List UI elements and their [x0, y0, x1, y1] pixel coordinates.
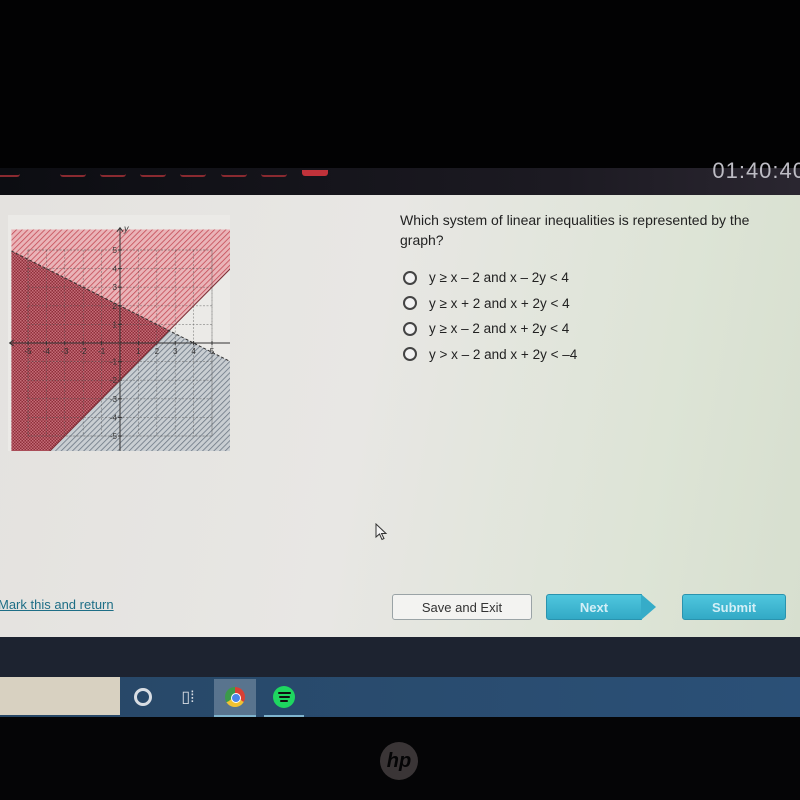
x-tick-label: -4 [43, 347, 51, 356]
x-tick-label: -5 [24, 347, 32, 356]
question-nav-tab-7[interactable] [261, 170, 287, 177]
y-axis-label: y [123, 223, 129, 233]
question-nav-tab-6[interactable] [221, 170, 247, 177]
screen-dark-area [0, 637, 800, 677]
radio-button[interactable] [403, 321, 417, 336]
x-tick-label: -2 [80, 347, 88, 356]
option-label: y ≥ x – 2 and x – 2y < 4 [429, 270, 569, 286]
question-nav-tab-2[interactable] [60, 170, 86, 177]
save-and-exit-button[interactable]: Save and Exit [392, 594, 532, 620]
y-tick-label: 4 [113, 265, 118, 274]
question-nav-tab-1[interactable] [0, 170, 20, 177]
cortana-icon[interactable] [123, 683, 163, 711]
next-button[interactable]: Next [546, 594, 642, 620]
x-tick-label: 3 [173, 347, 178, 356]
monitor-top-bezel [0, 0, 800, 194]
spotify-icon[interactable] [264, 679, 304, 717]
option-label: y ≥ x + 2 and x + 2y < 4 [429, 295, 570, 311]
next-button-arrow[interactable] [641, 594, 656, 620]
answer-option-1[interactable]: y ≥ x – 2 and x – 2y < 4 [403, 265, 577, 291]
y-tick-label: 3 [113, 283, 118, 292]
chrome-icon[interactable] [214, 679, 256, 717]
x-tick-label: 4 [191, 347, 196, 356]
radio-button[interactable] [403, 296, 417, 311]
radio-button[interactable] [403, 347, 417, 362]
question-nav-tab-3[interactable] [100, 170, 126, 177]
y-tick-label: 5 [113, 246, 118, 255]
mark-and-return-link[interactable]: Mark this and return [0, 597, 114, 612]
question-nav-tab-8[interactable] [302, 170, 328, 176]
timer: 01:40:40 [712, 158, 800, 183]
inequality-graph: -5-4-3-2-11234554321-1-2-3-4-5 x y [8, 215, 230, 451]
answer-option-2[interactable]: y ≥ x + 2 and x + 2y < 4 [403, 291, 577, 317]
taskbar [0, 677, 800, 717]
question-text: Which system of linear inequalities is r… [400, 212, 750, 248]
x-tick-label: 2 [155, 347, 160, 356]
x-tick-label: 1 [136, 347, 141, 356]
hp-logo-icon: hp [380, 742, 418, 780]
radio-button[interactable] [403, 270, 417, 285]
answer-options: y ≥ x – 2 and x – 2y < 4 y ≥ x + 2 and x… [403, 265, 577, 367]
y-tick-label: -3 [110, 395, 118, 404]
x-tick-label: -1 [98, 347, 106, 356]
option-label: y > x – 2 and x + 2y < –4 [429, 346, 578, 362]
submit-button[interactable]: Submit [682, 594, 786, 620]
x-tick-label: -3 [61, 347, 69, 356]
y-tick-label: -5 [110, 432, 118, 441]
answer-option-3[interactable]: y ≥ x – 2 and x + 2y < 4 [403, 316, 577, 342]
y-tick-label: 1 [113, 320, 118, 329]
x-tick-label: 5 [210, 347, 215, 356]
y-tick-label: -1 [110, 358, 118, 367]
taskbar-search-box[interactable] [0, 677, 120, 715]
y-tick-label: -4 [110, 413, 118, 422]
question-nav-tab-4[interactable] [140, 170, 166, 177]
option-label: y ≥ x – 2 and x + 2y < 4 [429, 321, 570, 337]
answer-option-4[interactable]: y > x – 2 and x + 2y < –4 [403, 342, 577, 368]
question-nav-tab-5[interactable] [180, 170, 206, 177]
task-view-icon[interactable]: ▯⁞ [168, 683, 208, 711]
mouse-cursor-icon [375, 523, 388, 541]
